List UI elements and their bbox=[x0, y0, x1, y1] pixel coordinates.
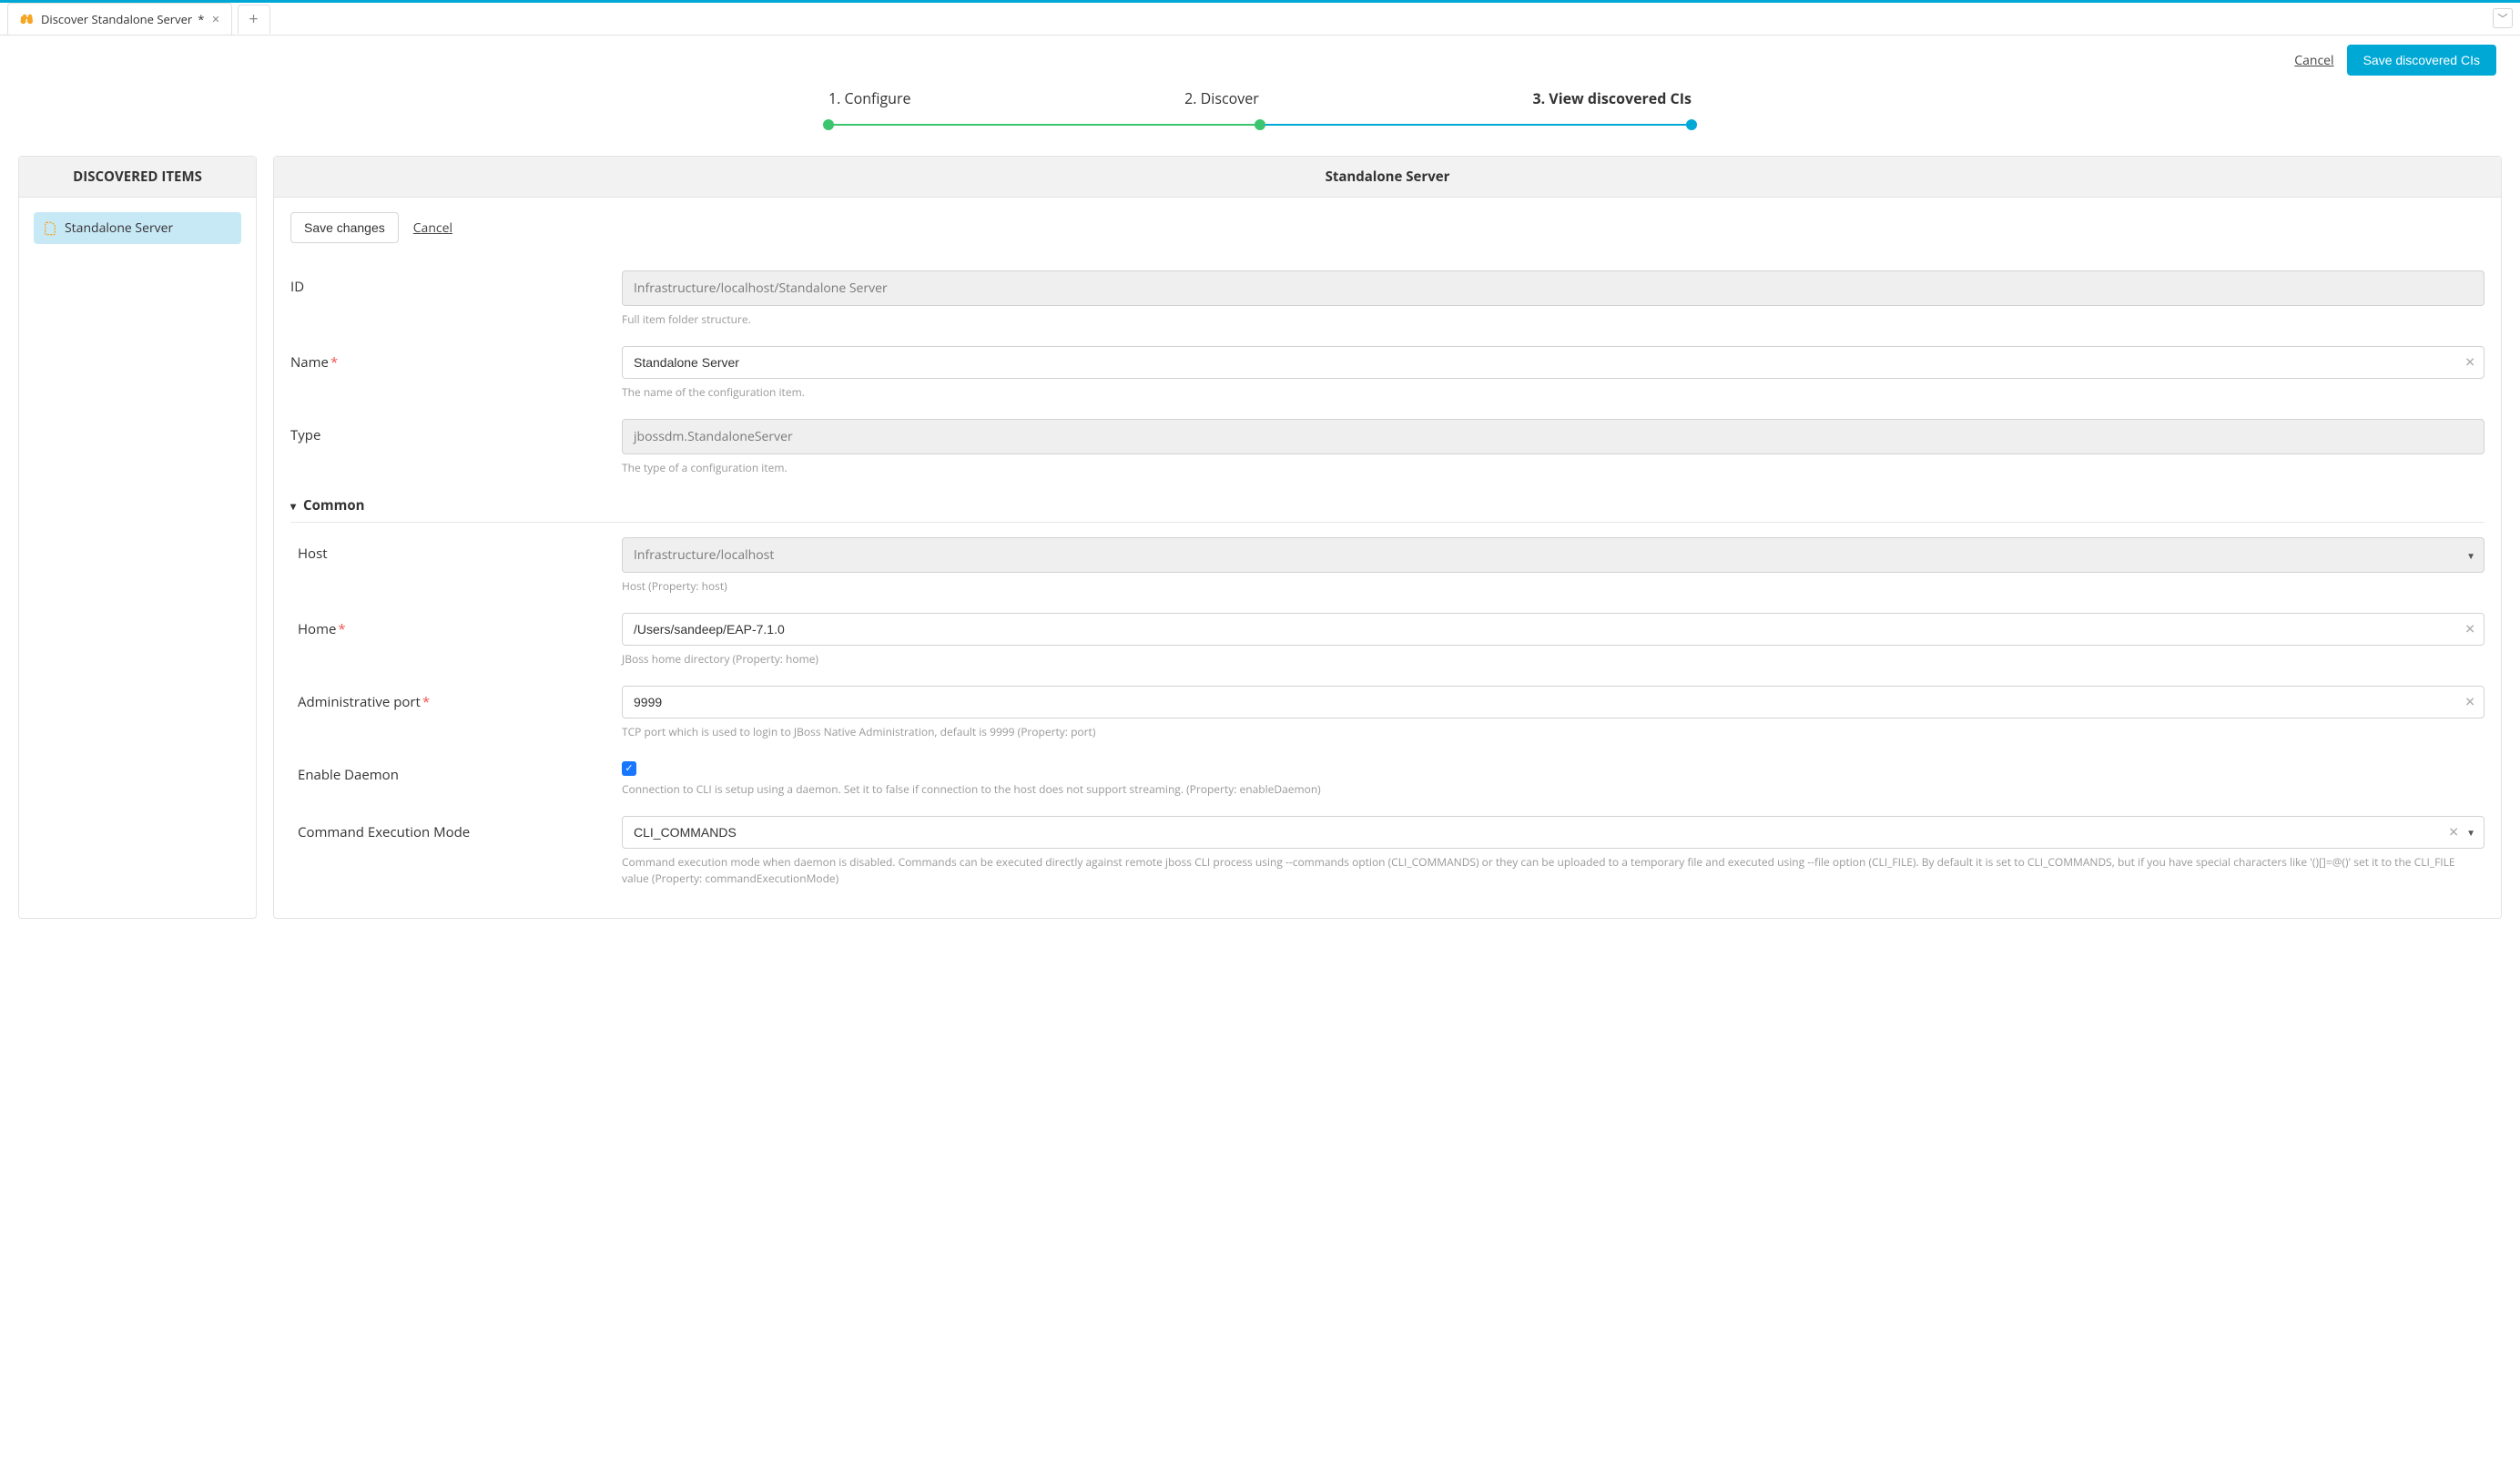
tab-add-button[interactable]: + bbox=[238, 5, 270, 34]
input-admin-port[interactable] bbox=[622, 686, 2484, 718]
helper-id: Full item folder structure. bbox=[622, 311, 2484, 328]
field-row-host: Host Infrastructure/localhost ▼ Host (Pr… bbox=[290, 528, 2484, 604]
section-common-label: Common bbox=[303, 496, 364, 515]
step-3-label[interactable]: 3. View discovered CIs bbox=[1532, 88, 1692, 108]
helper-host: Host (Property: host) bbox=[622, 578, 2484, 595]
save-changes-button[interactable]: Save changes bbox=[290, 212, 399, 243]
clear-name-icon[interactable]: ✕ bbox=[2464, 354, 2475, 372]
clear-cmd-mode-icon[interactable]: ✕ bbox=[2448, 824, 2459, 841]
helper-home: JBoss home directory (Property: home) bbox=[622, 651, 2484, 667]
label-host: Host bbox=[290, 537, 604, 563]
field-row-home: Home* ✕ JBoss home directory (Property: … bbox=[290, 604, 2484, 677]
tab-overflow-button[interactable]: ﹀ bbox=[2493, 8, 2513, 28]
tab-close-icon[interactable]: ✕ bbox=[211, 13, 219, 26]
label-cmd-mode: Command Execution Mode bbox=[290, 816, 604, 841]
field-row-enable-daemon: Enable Daemon ✓ Connection to CLI is set… bbox=[290, 749, 2484, 807]
select-host[interactable]: Infrastructure/localhost bbox=[622, 537, 2484, 573]
label-home: Home* bbox=[290, 613, 604, 638]
discovered-item-standalone-server[interactable]: Standalone Server bbox=[34, 212, 241, 244]
label-admin-port: Administrative port* bbox=[290, 686, 604, 711]
clear-home-icon[interactable]: ✕ bbox=[2464, 621, 2475, 638]
input-name[interactable] bbox=[622, 346, 2484, 379]
clear-admin-port-icon[interactable]: ✕ bbox=[2464, 694, 2475, 711]
top-actions-row: Cancel Save discovered CIs bbox=[0, 36, 2520, 76]
tab-title: Discover Standalone Server bbox=[41, 11, 192, 27]
details-panel-header: Standalone Server bbox=[274, 157, 2501, 198]
label-id: ID bbox=[290, 270, 604, 296]
input-id: Infrastructure/localhost/Standalone Serv… bbox=[622, 270, 2484, 306]
step-1-label[interactable]: 1. Configure bbox=[828, 88, 910, 108]
discovered-items-panel: DISCOVERED ITEMS Standalone Server bbox=[18, 156, 257, 919]
input-home[interactable] bbox=[622, 613, 2484, 646]
field-row-cmd-mode: Command Execution Mode ✕ ▼ Command execu… bbox=[290, 807, 2484, 896]
inner-actions-row: Save changes Cancel bbox=[290, 212, 2484, 243]
step-2-label[interactable]: 2. Discover bbox=[1184, 88, 1259, 108]
discovered-items-header: DISCOVERED ITEMS bbox=[19, 157, 256, 198]
helper-enable-daemon: Connection to CLI is setup using a daemo… bbox=[622, 781, 2484, 798]
details-panel: Standalone Server Save changes Cancel ID… bbox=[273, 156, 2502, 919]
tab-bar: Discover Standalone Server * ✕ + ﹀ bbox=[0, 3, 2520, 36]
label-name: Name* bbox=[290, 346, 604, 372]
save-discovered-cis-button[interactable]: Save discovered CIs bbox=[2347, 45, 2496, 76]
field-row-id: ID Infrastructure/localhost/Standalone S… bbox=[290, 261, 2484, 337]
step-3-dot bbox=[1686, 119, 1697, 130]
label-type: Type bbox=[290, 419, 604, 444]
label-enable-daemon: Enable Daemon bbox=[290, 759, 604, 784]
caret-down-icon: ▼ bbox=[2466, 549, 2475, 562]
inner-cancel-link[interactable]: Cancel bbox=[413, 219, 452, 237]
input-type: jbossdm.StandaloneServer bbox=[622, 419, 2484, 454]
file-icon bbox=[43, 221, 57, 236]
step-1-dot bbox=[823, 119, 834, 130]
section-common[interactable]: ▾ Common bbox=[290, 485, 2484, 523]
helper-admin-port: TCP port which is used to login to JBoss… bbox=[622, 724, 2484, 740]
main-content-row: DISCOVERED ITEMS Standalone Server Stand… bbox=[0, 156, 2520, 937]
helper-type: The type of a configuration item. bbox=[622, 460, 2484, 476]
step-2-dot bbox=[1255, 119, 1265, 130]
tab-discover-standalone[interactable]: Discover Standalone Server * ✕ bbox=[7, 3, 232, 35]
checkbox-enable-daemon[interactable]: ✓ bbox=[622, 761, 636, 776]
discovered-item-label: Standalone Server bbox=[65, 219, 173, 237]
tab-modified-marker: * bbox=[198, 11, 204, 27]
cancel-link[interactable]: Cancel bbox=[2294, 52, 2333, 69]
field-row-admin-port: Administrative port* ✕ TCP port which is… bbox=[290, 677, 2484, 749]
chevron-down-icon: ▾ bbox=[290, 498, 296, 514]
field-row-type: Type jbossdm.StandaloneServer The type o… bbox=[290, 410, 2484, 485]
wizard-stepper: 1. Configure 2. Discover 3. View discove… bbox=[0, 76, 2520, 156]
binoculars-icon bbox=[19, 11, 36, 27]
helper-cmd-mode: Command execution mode when daemon is di… bbox=[622, 854, 2484, 887]
track-segment-2 bbox=[1260, 124, 1692, 126]
select-cmd-mode[interactable] bbox=[622, 816, 2484, 849]
field-row-name: Name* ✕ The name of the configuration it… bbox=[290, 337, 2484, 410]
helper-name: The name of the configuration item. bbox=[622, 384, 2484, 401]
